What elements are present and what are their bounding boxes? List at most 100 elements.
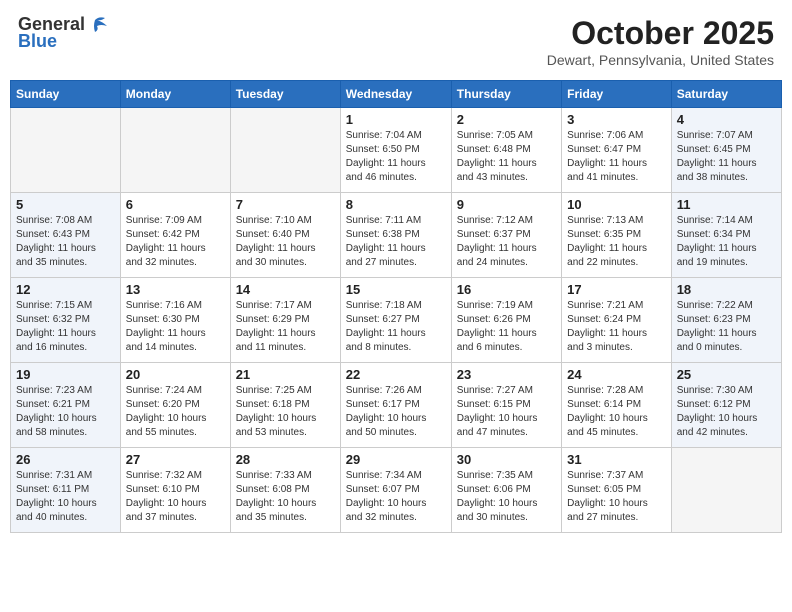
day-cell-25: 25 Sunrise: 7:30 AM Sunset: 6:12 PM Dayli… [671, 363, 781, 448]
day-info: Sunrise: 7:22 AM Sunset: 6:23 PM Dayligh… [677, 299, 776, 355]
day-number: 11 [677, 197, 776, 212]
week-row-5: 26Sunrise: 7:31 AM Sunset: 6:11 PM Dayli… [11, 448, 782, 533]
day-cell-16: 16 Sunrise: 7:19 AM Sunset: 6:26 PM Dayli… [451, 278, 561, 363]
day-cell-24: 24 Sunrise: 7:28 AM Sunset: 6:14 PM Dayli… [562, 363, 672, 448]
day-info: Sunrise: 7:35 AM Sunset: 6:06 PM Dayligh… [457, 469, 556, 525]
day-number: 6 [126, 197, 225, 212]
day-info: Sunrise: 7:33 AM Sunset: 6:08 PM Dayligh… [236, 469, 335, 525]
day-info: Sunrise: 7:14 AM Sunset: 6:34 PM Dayligh… [677, 214, 776, 270]
logo: General Blue [18, 14, 109, 52]
day-info: Sunrise: 7:28 AM Sunset: 6:14 PM Dayligh… [567, 384, 666, 440]
day-info: Sunrise: 7:06 AM Sunset: 6:47 PM Dayligh… [567, 129, 666, 185]
location-text: Dewart, Pennsylvania, United States [547, 52, 774, 68]
day-info: Sunrise: 7:21 AM Sunset: 6:24 PM Dayligh… [567, 299, 666, 355]
day-number: 5 [16, 197, 115, 212]
day-info: Sunrise: 7:18 AM Sunset: 6:27 PM Dayligh… [346, 299, 446, 355]
day-cell-23: 23Sunrise: 7:27 AM Sunset: 6:15 PM Dayli… [451, 363, 561, 448]
day-cell-2: 2 Sunrise: 7:05 AM Sunset: 6:48 PM Daylig… [451, 108, 561, 193]
day-header-saturday: Saturday [671, 81, 781, 108]
day-cell-9: 9 Sunrise: 7:12 AM Sunset: 6:37 PM Daylig… [451, 193, 561, 278]
day-cell-22: 22Sunrise: 7:26 AM Sunset: 6:17 PM Dayli… [340, 363, 451, 448]
day-cell-28: 28 Sunrise: 7:33 AM Sunset: 6:08 PM Dayli… [230, 448, 340, 533]
day-cell-6: 6Sunrise: 7:09 AM Sunset: 6:42 PM Daylig… [120, 193, 230, 278]
day-number: 24 [567, 367, 666, 382]
day-cell-27: 27Sunrise: 7:32 AM Sunset: 6:10 PM Dayli… [120, 448, 230, 533]
day-number: 28 [236, 452, 335, 467]
day-cell-12: 12 Sunrise: 7:15 AM Sunset: 6:32 PM Dayli… [11, 278, 121, 363]
day-number: 31 [567, 452, 666, 467]
day-info: Sunrise: 7:04 AM Sunset: 6:50 PM Dayligh… [346, 129, 446, 185]
week-row-2: 5 Sunrise: 7:08 AM Sunset: 6:43 PM Daylig… [11, 193, 782, 278]
day-cell-15: 15 Sunrise: 7:18 AM Sunset: 6:27 PM Dayli… [340, 278, 451, 363]
day-number: 10 [567, 197, 666, 212]
day-info: Sunrise: 7:34 AM Sunset: 6:07 PM Dayligh… [346, 469, 446, 525]
day-header-friday: Friday [562, 81, 672, 108]
day-cell-18: 18 Sunrise: 7:22 AM Sunset: 6:23 PM Dayli… [671, 278, 781, 363]
day-cell-29: 29Sunrise: 7:34 AM Sunset: 6:07 PM Dayli… [340, 448, 451, 533]
day-info: Sunrise: 7:17 AM Sunset: 6:29 PM Dayligh… [236, 299, 335, 355]
day-cell-31: 31Sunrise: 7:37 AM Sunset: 6:05 PM Dayli… [562, 448, 672, 533]
day-number: 16 [457, 282, 556, 297]
title-section: October 2025 Dewart, Pennsylvania, Unite… [547, 14, 774, 68]
day-info: Sunrise: 7:15 AM Sunset: 6:32 PM Dayligh… [16, 299, 115, 355]
day-info: Sunrise: 7:27 AM Sunset: 6:15 PM Dayligh… [457, 384, 556, 440]
day-cell-5: 5 Sunrise: 7:08 AM Sunset: 6:43 PM Daylig… [11, 193, 121, 278]
day-info: Sunrise: 7:05 AM Sunset: 6:48 PM Dayligh… [457, 129, 556, 185]
day-info: Sunrise: 7:30 AM Sunset: 6:12 PM Dayligh… [677, 384, 776, 440]
empty-cell [120, 108, 230, 193]
empty-cell [671, 448, 781, 533]
day-cell-21: 21Sunrise: 7:25 AM Sunset: 6:18 PM Dayli… [230, 363, 340, 448]
empty-cell [230, 108, 340, 193]
day-number: 19 [16, 367, 115, 382]
day-info: Sunrise: 7:11 AM Sunset: 6:38 PM Dayligh… [346, 214, 446, 270]
day-number: 30 [457, 452, 556, 467]
day-number: 4 [677, 112, 776, 127]
day-number: 14 [236, 282, 335, 297]
day-number: 12 [16, 282, 115, 297]
month-title: October 2025 [547, 14, 774, 52]
day-cell-7: 7 Sunrise: 7:10 AM Sunset: 6:40 PM Daylig… [230, 193, 340, 278]
day-cell-17: 17 Sunrise: 7:21 AM Sunset: 6:24 PM Dayli… [562, 278, 672, 363]
day-info: Sunrise: 7:19 AM Sunset: 6:26 PM Dayligh… [457, 299, 556, 355]
day-number: 20 [126, 367, 225, 382]
day-info: Sunrise: 7:24 AM Sunset: 6:20 PM Dayligh… [126, 384, 225, 440]
logo-blue-text: Blue [18, 31, 57, 52]
day-info: Sunrise: 7:12 AM Sunset: 6:37 PM Dayligh… [457, 214, 556, 270]
day-info: Sunrise: 7:13 AM Sunset: 6:35 PM Dayligh… [567, 214, 666, 270]
day-number: 22 [346, 367, 446, 382]
days-header-row: SundayMondayTuesdayWednesdayThursdayFrid… [11, 81, 782, 108]
day-info: Sunrise: 7:32 AM Sunset: 6:10 PM Dayligh… [126, 469, 225, 525]
day-info: Sunrise: 7:10 AM Sunset: 6:40 PM Dayligh… [236, 214, 335, 270]
day-header-monday: Monday [120, 81, 230, 108]
calendar-table: SundayMondayTuesdayWednesdayThursdayFrid… [10, 80, 782, 533]
day-header-wednesday: Wednesday [340, 81, 451, 108]
day-cell-19: 19 Sunrise: 7:23 AM Sunset: 6:21 PM Dayli… [11, 363, 121, 448]
day-info: Sunrise: 7:07 AM Sunset: 6:45 PM Dayligh… [677, 129, 776, 185]
day-number: 2 [457, 112, 556, 127]
day-info: Sunrise: 7:08 AM Sunset: 6:43 PM Dayligh… [16, 214, 115, 270]
day-number: 9 [457, 197, 556, 212]
day-number: 15 [346, 282, 446, 297]
day-cell-10: 10 Sunrise: 7:13 AM Sunset: 6:35 PM Dayli… [562, 193, 672, 278]
day-number: 3 [567, 112, 666, 127]
day-cell-26: 26Sunrise: 7:31 AM Sunset: 6:11 PM Dayli… [11, 448, 121, 533]
day-info: Sunrise: 7:23 AM Sunset: 6:21 PM Dayligh… [16, 384, 115, 440]
day-header-thursday: Thursday [451, 81, 561, 108]
page-header: General Blue October 2025 Dewart, Pennsy… [10, 10, 782, 72]
day-cell-1: 1 Sunrise: 7:04 AM Sunset: 6:50 PM Daylig… [340, 108, 451, 193]
day-cell-30: 30 Sunrise: 7:35 AM Sunset: 6:06 PM Dayli… [451, 448, 561, 533]
week-row-3: 12 Sunrise: 7:15 AM Sunset: 6:32 PM Dayli… [11, 278, 782, 363]
day-info: Sunrise: 7:16 AM Sunset: 6:30 PM Dayligh… [126, 299, 225, 355]
day-number: 18 [677, 282, 776, 297]
day-cell-20: 20 Sunrise: 7:24 AM Sunset: 6:20 PM Dayli… [120, 363, 230, 448]
day-number: 17 [567, 282, 666, 297]
day-number: 8 [346, 197, 446, 212]
day-number: 25 [677, 367, 776, 382]
day-cell-3: 3 Sunrise: 7:06 AM Sunset: 6:47 PM Daylig… [562, 108, 672, 193]
day-number: 13 [126, 282, 225, 297]
day-number: 7 [236, 197, 335, 212]
day-number: 1 [346, 112, 446, 127]
day-cell-14: 14 Sunrise: 7:17 AM Sunset: 6:29 PM Dayli… [230, 278, 340, 363]
day-cell-11: 11 Sunrise: 7:14 AM Sunset: 6:34 PM Dayli… [671, 193, 781, 278]
logo-bird-icon [87, 16, 109, 34]
